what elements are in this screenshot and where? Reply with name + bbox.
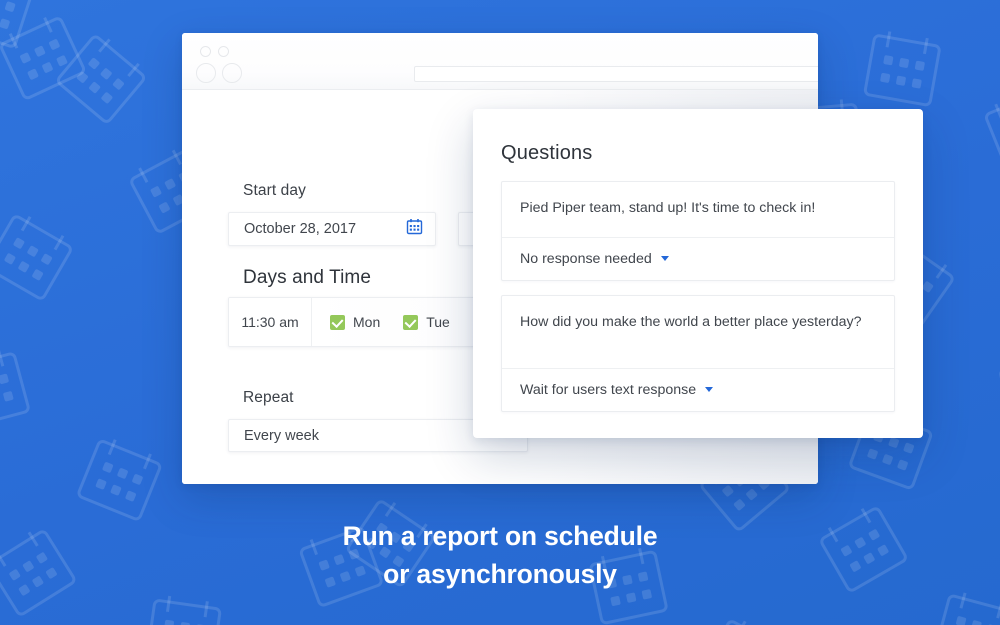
- caption: Run a report on schedule or asynchronous…: [0, 518, 1000, 593]
- question-card: Pied Piper team, stand up! It's time to …: [501, 181, 895, 281]
- start-day-field[interactable]: October 28, 2017: [228, 212, 436, 246]
- day-checkbox-tue[interactable]: Tue: [403, 314, 450, 330]
- back-button-icon[interactable]: [196, 63, 216, 83]
- browser-nav-buttons: [196, 63, 242, 83]
- questions-panel: Questions Pied Piper team, stand up! It'…: [473, 109, 923, 438]
- calendar-icon[interactable]: [406, 218, 423, 240]
- browser-tab-dots: [200, 46, 229, 57]
- days-and-time-title: Days and Time: [243, 267, 372, 288]
- chevron-down-icon[interactable]: [660, 256, 669, 262]
- forward-button-icon[interactable]: [222, 63, 242, 83]
- tab-dot-1[interactable]: [200, 46, 211, 57]
- checkmark-icon: [403, 314, 419, 330]
- repeat-value: Every week: [244, 427, 319, 444]
- day-label-tue: Tue: [426, 314, 450, 330]
- question-prompt-text[interactable]: How did you make the world a better plac…: [502, 296, 894, 368]
- day-checkbox-mon[interactable]: Mon: [330, 314, 380, 330]
- tab-dot-2[interactable]: [218, 46, 229, 57]
- question-response-select[interactable]: No response needed: [502, 236, 894, 280]
- questions-panel-title: Questions: [501, 142, 593, 164]
- start-day-label: Start day: [243, 182, 306, 199]
- question-response-label: Wait for users text response: [520, 381, 697, 398]
- question-response-label: No response needed: [520, 250, 652, 267]
- time-field[interactable]: 11:30 am: [229, 298, 312, 346]
- start-day-value: October 28, 2017: [244, 221, 357, 237]
- question-response-select[interactable]: Wait for users text response: [502, 367, 894, 411]
- caption-line-2: or asynchronously: [383, 558, 617, 589]
- caption-line-1: Run a report on schedule: [342, 521, 658, 551]
- address-bar[interactable]: [414, 66, 818, 82]
- repeat-label: Repeat: [243, 389, 294, 406]
- question-card: How did you make the world a better plac…: [501, 294, 895, 412]
- checkmark-icon: [330, 314, 345, 330]
- chevron-down-icon[interactable]: [705, 387, 714, 393]
- day-label-mon: Mon: [353, 314, 381, 330]
- question-prompt-text[interactable]: Pied Piper team, stand up! It's time to …: [502, 182, 894, 237]
- browser-chrome: [182, 33, 818, 90]
